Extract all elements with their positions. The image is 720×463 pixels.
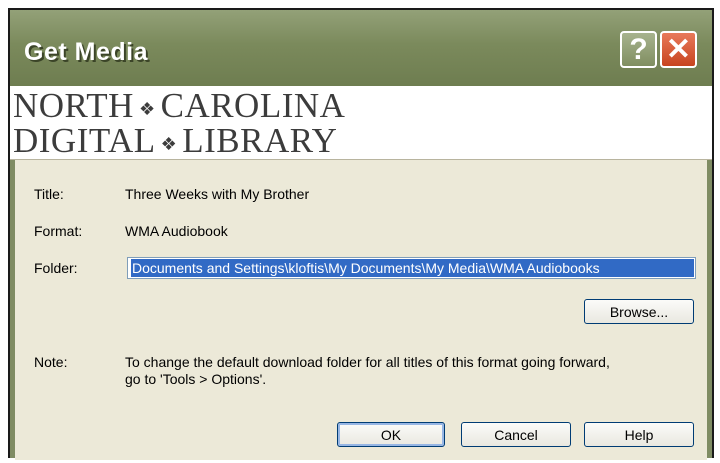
note-label: Note:: [34, 354, 68, 370]
logo-word-north: NORTH: [13, 86, 134, 125]
logo-word-carolina: CAROLINA: [160, 86, 346, 125]
logo-word-library: LIBRARY: [182, 121, 338, 160]
diamond-icon: ❖: [160, 133, 178, 154]
folder-input[interactable]: Documents and Settings\kloftis\My Docume…: [127, 257, 696, 279]
close-icon[interactable]: ✕: [660, 31, 697, 68]
folder-label: Folder:: [34, 260, 78, 276]
format-label: Format:: [34, 223, 83, 239]
get-media-dialog: Get Media ? ✕ NORTH ❖ CAROLINA DIGITAL ❖ LIB…: [8, 8, 714, 460]
help-icon[interactable]: ?: [620, 31, 657, 68]
help-button[interactable]: Help: [584, 422, 694, 447]
browse-button[interactable]: Browse...: [584, 299, 694, 324]
dialog-body: Title: Three Weeks with My Brother Forma…: [15, 160, 707, 460]
note-text: To change the default download folder fo…: [125, 354, 695, 388]
logo-line-2: DIGITAL ❖ LIBRARY: [13, 123, 337, 162]
note-line-2: go to 'Tools > Options'.: [125, 371, 267, 387]
note-line-1: To change the default download folder fo…: [125, 354, 610, 370]
diamond-icon: ❖: [138, 98, 156, 119]
nc-digital-library-logo: NORTH ❖ CAROLINA DIGITAL ❖ LIBRARY: [10, 86, 712, 160]
ok-button[interactable]: OK: [337, 422, 445, 447]
folder-path-text: Documents and Settings\kloftis\My Docume…: [131, 259, 694, 277]
title-label: Title:: [34, 186, 64, 202]
cancel-button[interactable]: Cancel: [461, 422, 571, 447]
title-bar[interactable]: Get Media ? ✕: [10, 10, 712, 86]
title-value: Three Weeks with My Brother: [125, 186, 310, 202]
dialog-title: Get Media: [24, 38, 148, 66]
logo-word-digital: DIGITAL: [13, 121, 156, 160]
format-value: WMA Audiobook: [125, 223, 228, 239]
